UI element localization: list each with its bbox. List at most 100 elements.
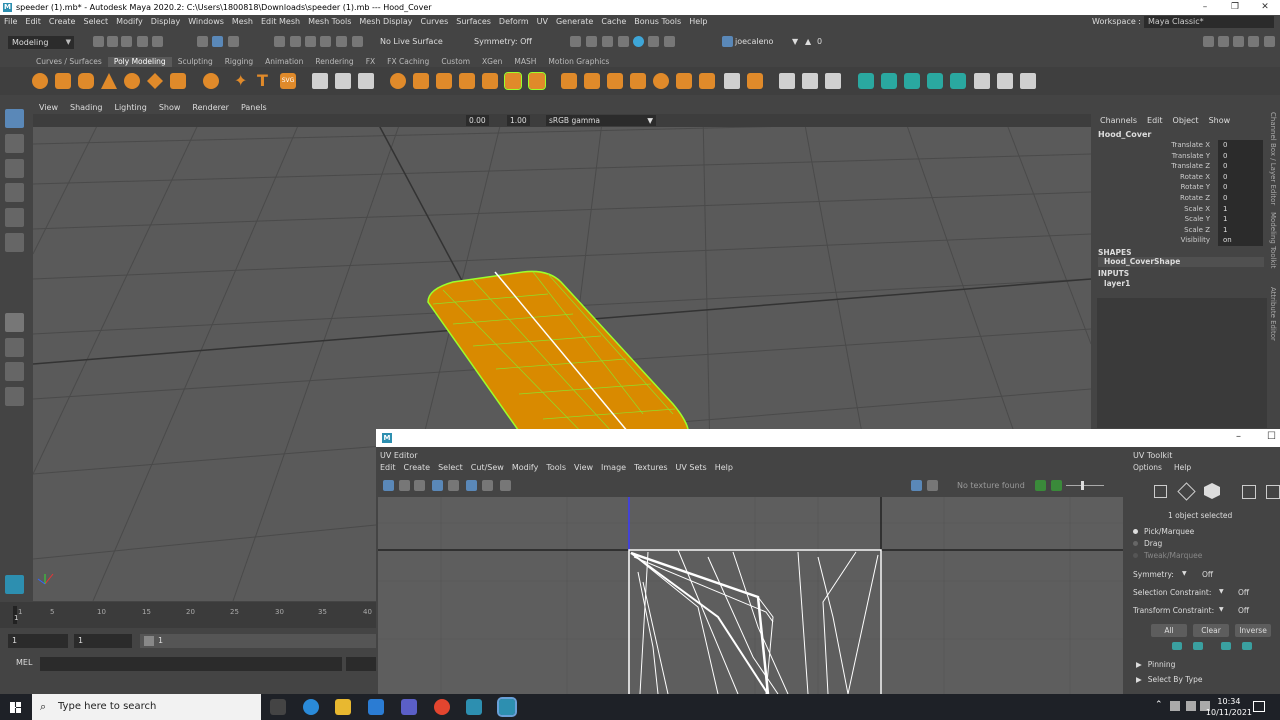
menu-item-file[interactable]: File (0, 15, 21, 29)
uv-shell-icon[interactable] (1020, 73, 1036, 89)
selection-constraint-arrow[interactable]: ▼ (1219, 588, 1224, 595)
shelf-tab-curves-surfaces[interactable]: Curves / Surfaces (30, 57, 108, 67)
uv-select-grid-icon[interactable] (1266, 485, 1280, 499)
mel-label[interactable]: MEL (16, 658, 32, 667)
uv-menu-item-edit[interactable]: Edit (376, 462, 400, 474)
uv-menu-item-cut-sew[interactable]: Cut/Sew (467, 462, 508, 474)
edge-browser-icon[interactable] (303, 699, 319, 715)
minimize-icon[interactable]: – (1190, 0, 1220, 15)
uv-menu-item-image[interactable]: Image (597, 462, 630, 474)
input-name[interactable]: layer1 (1104, 279, 1130, 288)
attribute-row[interactable]: Translate Z 0 (1094, 161, 1266, 172)
uv-menu-item-help[interactable]: Help (711, 462, 737, 474)
poly-cone-icon[interactable] (101, 73, 117, 89)
append-polygon-icon[interactable] (699, 73, 715, 89)
menu-item-mesh-display[interactable]: Mesh Display (355, 15, 416, 29)
render-icon[interactable] (570, 36, 581, 47)
multi-cut-icon[interactable] (607, 73, 623, 89)
uv-layout-icon[interactable] (950, 73, 966, 89)
layout4-icon[interactable] (1248, 36, 1259, 47)
uv-menu-item-create[interactable]: Create (400, 462, 435, 474)
menu-item-create[interactable]: Create (45, 15, 80, 29)
uv-maximize-icon[interactable]: ☐ (1267, 431, 1276, 442)
open-scene-icon[interactable] (107, 36, 118, 47)
four-view-icon[interactable] (5, 338, 24, 357)
hypershade-icon[interactable] (618, 36, 629, 47)
taskbar-search[interactable]: ⌕ Type here to search (32, 694, 261, 720)
poly-platonic-icon[interactable] (203, 73, 219, 89)
viewport-menu-item-shading[interactable]: Shading (64, 102, 109, 114)
maya-taskbar-icon[interactable] (466, 699, 482, 715)
tray-network-icon[interactable] (1170, 701, 1180, 711)
shelf-tab-sculpting[interactable]: Sculpting (172, 57, 219, 67)
pause-icon[interactable] (664, 36, 675, 47)
notification-bell-icon[interactable]: ▲ (805, 36, 811, 48)
uv-select-mode-box-icon[interactable] (1154, 485, 1167, 498)
render-view-icon[interactable] (648, 36, 659, 47)
uv-menu-item-textures[interactable]: Textures (630, 462, 671, 474)
menu-item-deform[interactable]: Deform (495, 15, 533, 29)
new-scene-icon[interactable] (93, 36, 104, 47)
shelf-tab-mash[interactable]: MASH (508, 57, 542, 67)
attribute-row[interactable]: Translate X 0 (1094, 140, 1266, 151)
attribute-row[interactable]: Rotate X 0 (1094, 171, 1266, 183)
attribute-row[interactable]: Visibility on (1094, 235, 1266, 246)
attribute-value[interactable]: 0 (1218, 150, 1263, 162)
uv-menu-item-modify[interactable]: Modify (508, 462, 543, 474)
uv-toolkit-help-menu[interactable]: Help (1174, 463, 1191, 472)
tray-chevron-icon[interactable]: ⌃ (1155, 700, 1163, 710)
attribute-row[interactable]: Translate Y 0 (1094, 150, 1266, 162)
two-view-icon[interactable] (5, 362, 24, 381)
tab-channel-box[interactable]: Channel Box / Layer Editor (1269, 112, 1277, 205)
triangulate-icon[interactable] (724, 73, 740, 89)
channel-menu-channels[interactable]: Channels (1100, 116, 1137, 125)
user-dropdown-arrow[interactable]: ▼ (792, 36, 798, 48)
layout2-icon[interactable] (1218, 36, 1229, 47)
move-tool-icon[interactable] (5, 183, 24, 202)
playback-start-field[interactable]: 1 (74, 634, 132, 648)
shape-name[interactable]: Hood_CoverShape (1098, 257, 1264, 267)
combine-icon[interactable] (390, 73, 406, 89)
tray-battery-icon[interactable] (1186, 701, 1196, 711)
tab-attribute-editor[interactable]: Attribute Editor (1269, 287, 1277, 341)
uv-planar-icon[interactable] (779, 73, 795, 89)
uv-opacity-slider[interactable] (1066, 485, 1104, 486)
viewport-menu-item-show[interactable]: Show (153, 102, 187, 114)
color-space-dropdown[interactable]: sRGB gamma ▼ (546, 115, 656, 126)
file-explorer-icon[interactable] (335, 699, 351, 715)
shelf-tab-rigging[interactable]: Rigging (219, 57, 259, 67)
attribute-row[interactable]: Scale Y 1 (1094, 214, 1266, 225)
save-scene-icon[interactable] (121, 36, 132, 47)
shelf-tab-fx[interactable]: FX (360, 57, 381, 67)
menu-item-uv[interactable]: UV (533, 15, 552, 29)
user-name[interactable]: joecaleno (735, 36, 773, 48)
svg-tool-icon[interactable]: SVG (280, 73, 296, 89)
poly-cylinder-icon[interactable] (78, 73, 94, 89)
redo-icon[interactable] (152, 36, 163, 47)
bevel-icon[interactable] (561, 73, 577, 89)
menu-item-edit[interactable]: Edit (21, 15, 45, 29)
menu-item-cache[interactable]: Cache (597, 15, 630, 29)
uv-menu-item-uv-sets[interactable]: UV Sets (672, 462, 711, 474)
fill-hole-icon[interactable] (653, 73, 669, 89)
channel-menu-edit[interactable]: Edit (1147, 116, 1163, 125)
uv-editor-icon[interactable] (858, 73, 874, 89)
menu-item-display[interactable]: Display (147, 15, 185, 29)
insert-edge-loop-icon[interactable] (584, 73, 600, 89)
menu-item-select[interactable]: Select (79, 15, 112, 29)
menu-item-mesh-tools[interactable]: Mesh Tools (304, 15, 355, 29)
extrude-icon[interactable] (528, 72, 546, 90)
uv-opacity-handle[interactable] (1081, 481, 1084, 490)
uv-minimize-icon[interactable]: – (1236, 431, 1241, 442)
uv-sew-icon[interactable] (904, 73, 920, 89)
transform-constraint-value[interactable]: Off (1238, 606, 1249, 615)
uv-texture-toggle-icon[interactable] (911, 480, 922, 491)
attribute-value[interactable]: 0 (1218, 193, 1263, 204)
exposure-field[interactable]: 0.00 (466, 115, 489, 126)
select-object-icon[interactable] (212, 36, 223, 47)
menu-item-help[interactable]: Help (685, 15, 711, 29)
uv-grid-icon[interactable] (432, 480, 443, 491)
pin4-icon[interactable] (1242, 642, 1252, 650)
uv-toggle-icon[interactable] (466, 480, 477, 491)
channel-menu-show[interactable]: Show (1209, 116, 1231, 125)
